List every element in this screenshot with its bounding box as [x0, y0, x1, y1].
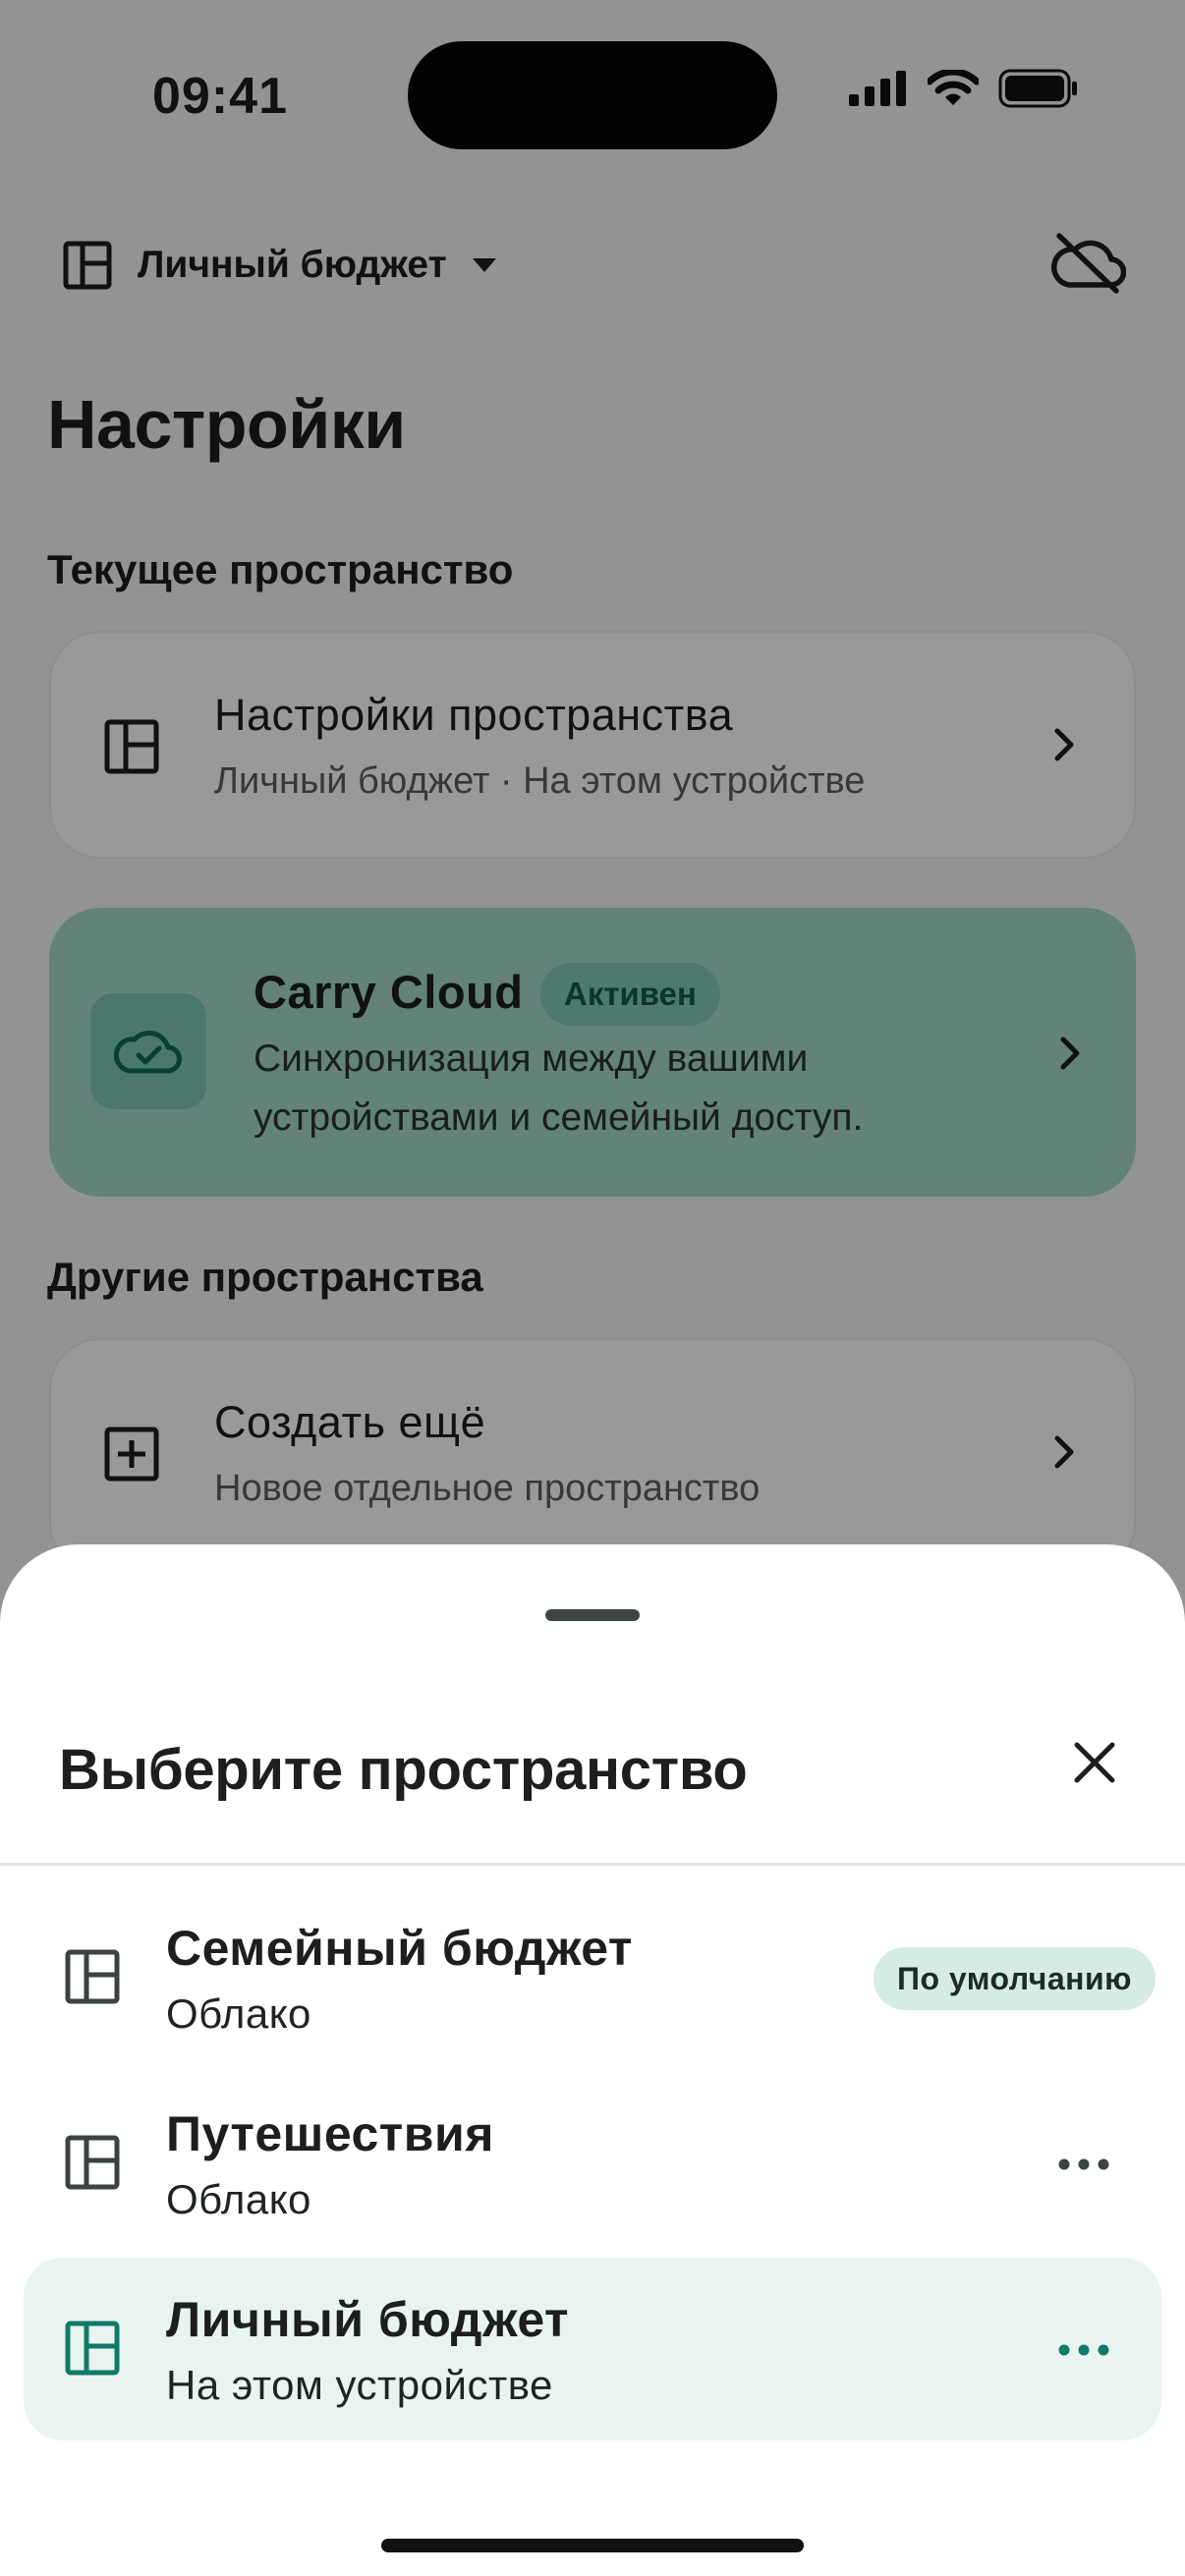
space-item-subtitle: На этом устройстве: [166, 2362, 553, 2408]
more-horizontal-icon: [1058, 2158, 1109, 2170]
space-item-title: Путешествия: [166, 2106, 494, 2161]
space-layout-icon: [65, 2135, 120, 2190]
space-item-personal[interactable]: Личный бюджет На этом устройстве: [24, 2258, 1161, 2440]
more-options-button[interactable]: [1049, 2330, 1118, 2370]
space-item-title: Личный бюджет: [166, 2292, 569, 2347]
close-icon: [1074, 1742, 1115, 1783]
sheet-title: Выберите пространство: [59, 1738, 748, 1802]
default-badge: По умолчанию: [873, 1947, 1156, 2010]
space-picker-sheet: Выберите пространство Семейный бюджет Об…: [0, 1544, 1185, 2576]
space-item-travel[interactable]: Путешествия Облако: [24, 2072, 1161, 2255]
space-layout-icon: [65, 1949, 120, 2004]
home-indicator[interactable]: [381, 2539, 804, 2552]
close-button[interactable]: [1065, 1733, 1124, 1792]
space-item-subtitle: Облако: [166, 1990, 311, 2037]
sheet-divider: [0, 1863, 1185, 1866]
more-horizontal-icon: [1058, 2344, 1109, 2356]
space-item-subtitle: Облако: [166, 2176, 311, 2222]
sheet-grabber[interactable]: [545, 1609, 640, 1621]
space-item-title: Семейный бюджет: [166, 1921, 633, 1976]
space-layout-icon: [65, 2321, 120, 2376]
space-item-family[interactable]: Семейный бюджет Облако По умолчанию: [24, 1886, 1161, 2069]
settings-screen: 09:41 Личный бюджет Настройки Текущее пр…: [0, 0, 1185, 2576]
more-options-button[interactable]: [1049, 2145, 1118, 2184]
